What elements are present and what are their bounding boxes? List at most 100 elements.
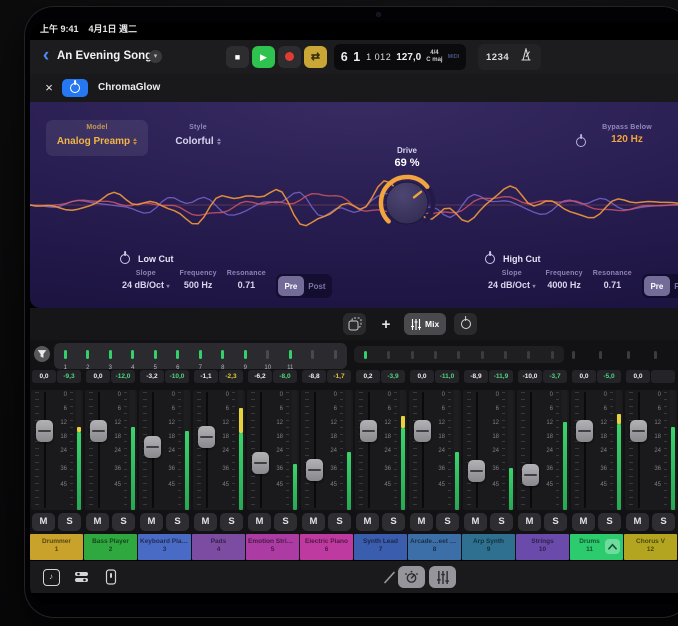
peak-value[interactable]: -3,9 (381, 370, 405, 383)
plugin-close-button[interactable]: × (42, 80, 56, 96)
volume-value[interactable]: -1,1 (194, 370, 218, 383)
pre-button[interactable]: Pre (278, 276, 304, 296)
mute-button[interactable]: M (32, 513, 55, 531)
fader-track[interactable]: 061218243645 (625, 390, 677, 510)
fader-handle[interactable] (522, 464, 539, 486)
solo-button[interactable]: S (382, 513, 405, 531)
track-label[interactable]: Electric Piano6 (300, 534, 353, 560)
mute-button[interactable]: M (626, 513, 649, 531)
solo-button[interactable]: S (58, 513, 81, 531)
pre-button[interactable]: Pre (644, 276, 670, 296)
fader-track[interactable]: 061218243645 (247, 390, 299, 510)
solo-button[interactable]: S (490, 513, 513, 531)
stop-button[interactable]: ■ (226, 46, 249, 68)
fader-handle[interactable] (198, 426, 215, 448)
fader-track[interactable]: 061218243645 (301, 390, 353, 510)
track-overview-window[interactable]: 1234567891011 (54, 343, 347, 369)
track-label[interactable]: Keyboard Player3 (138, 534, 191, 560)
track-label[interactable]: Bass Player2 (84, 534, 137, 560)
pencil-button[interactable] (380, 568, 398, 586)
collapse-chevron-button[interactable] (605, 539, 620, 554)
volume-value[interactable]: 0,0 (410, 370, 434, 383)
track-label[interactable]: Arp Synth9 (462, 534, 515, 560)
metronome-button[interactable] (519, 48, 533, 66)
solo-button[interactable]: S (436, 513, 459, 531)
peak-value[interactable]: -11,0 (435, 370, 459, 383)
solo-button[interactable]: S (598, 513, 621, 531)
mute-button[interactable]: M (410, 513, 433, 531)
volume-value[interactable]: 0,2 (356, 370, 380, 383)
track-label[interactable]: Synth Lead7 (354, 534, 407, 560)
fader-track[interactable]: 061218243645 (31, 390, 83, 510)
volume-value[interactable]: -3,2 (140, 370, 164, 383)
resonance-control[interactable]: Resonance0.71 (593, 270, 632, 302)
slope-select[interactable]: Slope24 dB/Oct ▾ (488, 270, 536, 302)
fader-handle[interactable] (468, 460, 485, 482)
mute-button[interactable]: M (302, 513, 325, 531)
fader-handle[interactable] (360, 420, 377, 442)
fader-handle[interactable] (144, 436, 161, 458)
fader-track[interactable]: 061218243645 (517, 390, 569, 510)
track-label[interactable]: Strings10 (516, 534, 569, 560)
back-button[interactable]: ‹ (38, 44, 54, 68)
fader-handle[interactable] (576, 420, 593, 442)
lcd-display[interactable]: 6 1 1 012 127,0 4/4 C maj MIDI (334, 44, 466, 70)
track-overview-rest[interactable] (354, 346, 564, 363)
track-label[interactable]: Drummer1 (30, 534, 83, 560)
fader-handle[interactable] (90, 420, 107, 442)
bypass-control[interactable]: Bypass Below 120 Hz (596, 120, 658, 145)
lowcut-power-button[interactable] (120, 254, 130, 264)
mute-button[interactable]: M (356, 513, 379, 531)
fader-handle[interactable] (252, 452, 269, 474)
solo-button[interactable]: S (328, 513, 351, 531)
solo-button[interactable]: S (652, 513, 675, 531)
mixer-view-button[interactable] (429, 566, 456, 588)
fader-track[interactable]: 061218243645 (193, 390, 245, 510)
solo-button[interactable]: S (274, 513, 297, 531)
post-button[interactable]: Post (670, 276, 678, 296)
mix-button[interactable]: Mix (404, 313, 446, 335)
plugin-power-button[interactable] (62, 79, 88, 97)
fader-track[interactable]: 061218243645 (85, 390, 137, 510)
peak-value[interactable]: -3,7 (543, 370, 567, 383)
fader-track[interactable]: 061218243645 (139, 390, 191, 510)
volume-value[interactable]: -10,0 (518, 370, 542, 383)
drive-knob[interactable] (375, 171, 439, 235)
peak-value[interactable]: -8,0 (273, 370, 297, 383)
track-label[interactable]: Arcade…eet Pad8 (408, 534, 461, 560)
count-in-button[interactable]: 1234 (486, 52, 509, 63)
volume-value[interactable]: 0,0 (32, 370, 56, 383)
peak-value[interactable]: -5,0 (597, 370, 621, 383)
layers-button[interactable] (343, 313, 366, 335)
level-control[interactable]: Level 0.0 (664, 120, 678, 145)
resonance-control[interactable]: Resonance0.71 (227, 270, 266, 302)
song-title[interactable]: An Evening Song (57, 50, 152, 62)
loops-button[interactable]: ♪ (42, 568, 60, 586)
track-label[interactable]: Emotion Strings5 (246, 534, 299, 560)
peak-value[interactable]: -2,3 (219, 370, 243, 383)
volume-value[interactable]: 0,0 (626, 370, 650, 383)
track-label[interactable]: Drums11 (570, 534, 623, 560)
mute-button[interactable]: M (248, 513, 271, 531)
keyboard-button[interactable] (102, 568, 120, 586)
post-button[interactable]: Post (304, 276, 330, 296)
tracks-button[interactable] (72, 568, 90, 586)
solo-button[interactable]: S (544, 513, 567, 531)
peak-value[interactable]: -10,0 (165, 370, 189, 383)
volume-value[interactable]: -6,2 (248, 370, 272, 383)
knob-view-button[interactable] (398, 566, 425, 588)
record-button[interactable] (278, 46, 301, 68)
mute-button[interactable]: M (464, 513, 487, 531)
fader-handle[interactable] (36, 420, 53, 442)
solo-button[interactable]: S (166, 513, 189, 531)
peak-value[interactable] (651, 370, 675, 383)
mute-button[interactable]: M (86, 513, 109, 531)
solo-button[interactable]: S (220, 513, 243, 531)
model-select[interactable]: Model Analog Preamp (46, 120, 148, 156)
track-label[interactable]: Pads4 (192, 534, 245, 560)
add-track-button[interactable]: + (376, 313, 396, 335)
fader-handle[interactable] (306, 459, 323, 481)
filter-button[interactable] (34, 346, 50, 362)
solo-button[interactable]: S (112, 513, 135, 531)
cycle-button[interactable]: ⇄ (304, 46, 327, 68)
